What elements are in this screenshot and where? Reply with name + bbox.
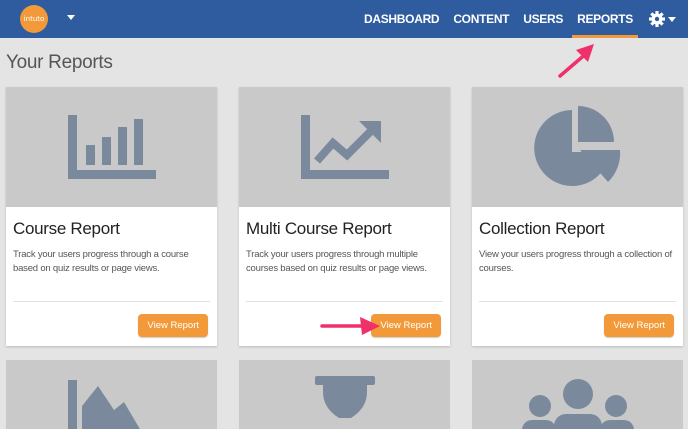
divider — [479, 301, 676, 302]
pie-chart-icon — [533, 106, 620, 186]
trend-chart-icon — [300, 115, 389, 179]
area-chart-icon — [67, 380, 140, 429]
nav-content[interactable]: CONTENT — [446, 0, 516, 38]
users-group-icon — [521, 379, 634, 429]
card-title: Course Report — [13, 219, 120, 238]
card-image — [6, 87, 217, 207]
top-navigation-bar: intuto DASHBOARD CONTENT USERS REPORTS — [0, 0, 688, 38]
page-title: Your Reports — [6, 52, 113, 73]
nav-reports[interactable]: REPORTS — [570, 0, 640, 38]
report-card-partial-1 — [6, 360, 217, 429]
main-nav: DASHBOARD CONTENT USERS REPORTS — [357, 0, 640, 38]
report-card-partial-2 — [239, 360, 450, 429]
bar-chart-icon — [67, 115, 156, 179]
multi-course-report-card: Multi Course Report Track your users pro… — [239, 87, 450, 346]
annotation-arrow-reports — [558, 44, 594, 78]
hourglass-icon — [314, 376, 375, 418]
divider — [246, 301, 443, 302]
card-image — [472, 87, 683, 207]
card-description: View your users progress through a colle… — [479, 249, 672, 274]
card-title: Collection Report — [479, 219, 605, 238]
collection-report-card: Collection Report View your users progre… — [472, 87, 683, 346]
view-collection-report-button[interactable]: View Report — [604, 314, 674, 337]
report-card-partial-3 — [472, 360, 683, 429]
divider — [13, 301, 210, 302]
card-description: Track your users progress through multip… — [246, 249, 427, 274]
card-title: Multi Course Report — [246, 219, 392, 238]
nav-dashboard[interactable]: DASHBOARD — [357, 0, 446, 38]
nav-users[interactable]: USERS — [516, 0, 570, 38]
annotation-arrow-view-report — [320, 317, 380, 335]
view-course-report-button[interactable]: View Report — [138, 314, 208, 337]
chevron-down-icon[interactable] — [66, 13, 76, 21]
card-description: Track your users progress through a cour… — [13, 249, 189, 274]
course-report-card: Course Report Track your users progress … — [6, 87, 217, 346]
intuto-logo[interactable]: intuto — [20, 5, 48, 33]
settings-gear-icon[interactable] — [648, 9, 678, 29]
card-image — [239, 87, 450, 207]
